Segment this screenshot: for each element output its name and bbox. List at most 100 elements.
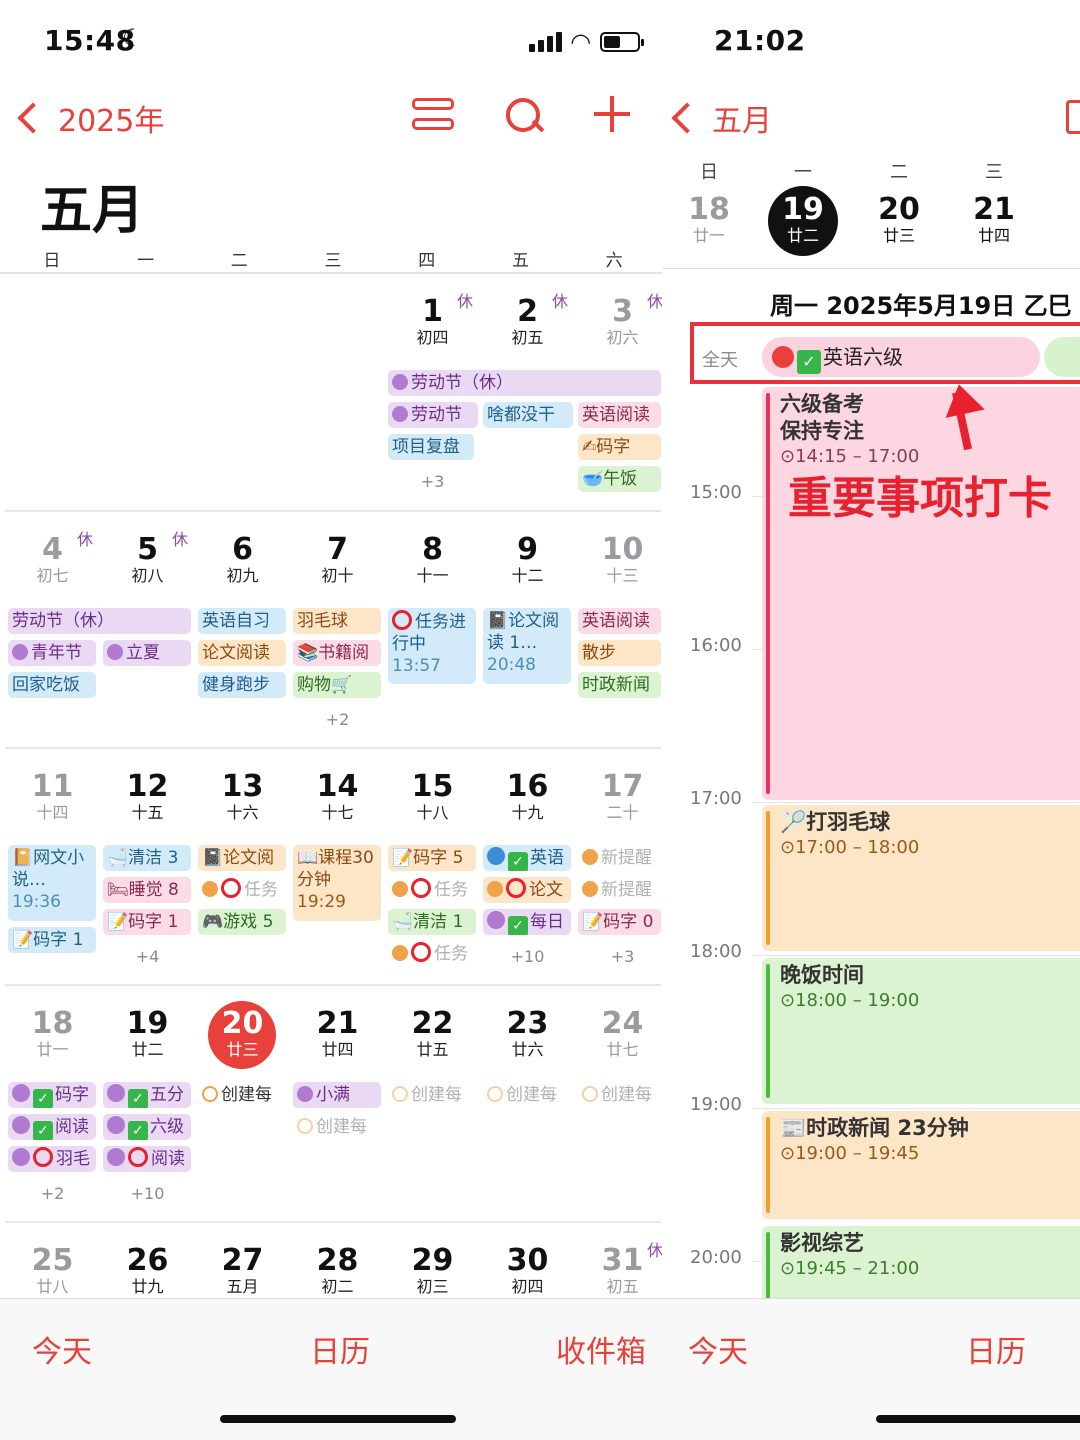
- event-chip[interactable]: 劳动节（休）: [388, 370, 661, 396]
- day-cell[interactable]: 17 二十: [575, 771, 662, 823]
- day-cell[interactable]: 10 十三: [575, 534, 662, 586]
- day-cell[interactable]: 6 初九: [195, 534, 290, 586]
- day-cell[interactable]: 26 廿九: [100, 1245, 195, 1297]
- event-chip[interactable]: 🎮游戏 5: [198, 909, 286, 935]
- event-chip[interactable]: 回家吃饭: [8, 672, 96, 698]
- event-block[interactable]: 🏸打羽毛球 ⊙17:00 – 18:00: [762, 805, 1080, 951]
- day-number-selected[interactable]: 19: [768, 194, 838, 226]
- event-chip[interactable]: 🛁清洁 1: [388, 909, 476, 935]
- event-block[interactable]: 📰时政新闻 23分钟 ⊙19:00 – 19:45: [762, 1111, 1080, 1219]
- day-number[interactable]: 20: [864, 194, 934, 226]
- event-chip[interactable]: 小满: [293, 1082, 381, 1108]
- event-chip[interactable]: 论文: [483, 877, 571, 903]
- back-to-year-button[interactable]: 2025年: [14, 96, 164, 140]
- event-chip[interactable]: 📓论文阅: [198, 845, 286, 871]
- event-chip[interactable]: 时政新闻: [578, 672, 661, 698]
- list-view-icon[interactable]: [1066, 100, 1080, 134]
- more-events[interactable]: +2: [290, 710, 385, 729]
- event-chip[interactable]: 任务: [198, 877, 286, 903]
- tab-calendar[interactable]: 日历: [966, 1327, 1026, 1371]
- event-chip[interactable]: 新提醒: [578, 877, 661, 903]
- day-number[interactable]: 18: [674, 194, 744, 226]
- day-cell[interactable]: 18 廿一: [5, 1008, 100, 1060]
- add-event-icon[interactable]: [594, 96, 630, 132]
- event-chip[interactable]: 🥣午饭: [578, 466, 661, 492]
- tab-calendar[interactable]: 日历: [310, 1327, 370, 1371]
- day-cell[interactable]: 28 初二: [290, 1245, 385, 1297]
- more-events[interactable]: +3: [575, 947, 662, 966]
- tab-inbox[interactable]: 收件箱: [556, 1327, 646, 1371]
- more-events[interactable]: +10: [100, 1184, 195, 1203]
- day-cell[interactable]: 25 廿八: [5, 1245, 100, 1297]
- event-chip[interactable]: 📝码字 0: [578, 909, 661, 935]
- more-events[interactable]: +4: [100, 947, 195, 966]
- day-cell[interactable]: 14 十七: [290, 771, 385, 823]
- day-cell[interactable]: 21 廿四: [290, 1008, 385, 1060]
- event-chip[interactable]: 健身跑步: [198, 672, 286, 698]
- event-chip[interactable]: ✓ 阅读: [8, 1114, 96, 1140]
- event-chip[interactable]: 任务进行中 13:57: [388, 608, 476, 684]
- day-cell[interactable]: 29 初三: [385, 1245, 480, 1297]
- event-chip[interactable]: ✓ 码字: [8, 1082, 96, 1108]
- event-block[interactable]: 六级备考 保持专注 ⊙14:15 – 17:00: [762, 387, 1080, 800]
- day-cell[interactable]: 9 十二: [480, 534, 575, 586]
- event-chip[interactable]: 劳动节（休）: [8, 608, 191, 634]
- event-chip[interactable]: 新提醒: [578, 845, 661, 871]
- day-cell[interactable]: 7 初十: [290, 534, 385, 586]
- event-chip[interactable]: ✍码字: [578, 434, 661, 460]
- event-chip[interactable]: 项目复盘: [388, 434, 474, 460]
- event-chip[interactable]: 🛏睡觉 8: [103, 877, 191, 903]
- day-cell[interactable]: 12 十五: [100, 771, 195, 823]
- day-cell[interactable]: 23 廿六: [480, 1008, 575, 1060]
- day-number[interactable]: 21: [959, 194, 1029, 226]
- event-chip[interactable]: 创建每: [293, 1114, 381, 1140]
- event-chip[interactable]: 阅读: [103, 1146, 191, 1172]
- event-chip[interactable]: 英语阅读: [578, 402, 661, 428]
- more-events[interactable]: +2: [5, 1184, 100, 1203]
- event-chip[interactable]: 📝码字 5: [388, 845, 476, 871]
- event-chip[interactable]: 羽毛: [8, 1146, 96, 1172]
- day-cell[interactable]: 8 十一: [385, 534, 480, 586]
- event-chip[interactable]: 青年节: [8, 640, 96, 666]
- event-chip[interactable]: 创建每: [483, 1082, 571, 1108]
- day-cell[interactable]: 13 十六: [195, 771, 290, 823]
- day-cell[interactable]: 11 十四: [5, 771, 100, 823]
- event-chip[interactable]: 📝码字 1: [103, 909, 191, 935]
- event-chip[interactable]: 劳动节: [388, 402, 478, 428]
- day-cell[interactable]: 30 初四: [480, 1245, 575, 1297]
- event-chip[interactable]: 创建每: [388, 1082, 476, 1108]
- day-cell[interactable]: 24 廿七: [575, 1008, 662, 1060]
- event-chip[interactable]: 啥都没干: [483, 402, 573, 428]
- day-cell[interactable]: 27 五月: [195, 1245, 290, 1297]
- tab-today[interactable]: 今天: [32, 1327, 92, 1371]
- event-chip[interactable]: 📝码字 1: [8, 927, 96, 953]
- event-chip[interactable]: 购物🛒: [293, 672, 381, 698]
- more-events[interactable]: +3: [385, 472, 480, 491]
- day-cell[interactable]: 22 廿五: [385, 1008, 480, 1060]
- event-chip[interactable]: 羽毛球: [293, 608, 381, 634]
- day-cell[interactable]: 19 廿二: [100, 1008, 195, 1060]
- event-chip[interactable]: 📔网文小说… 19:36: [8, 845, 96, 921]
- event-chip[interactable]: 创建每: [578, 1082, 661, 1108]
- event-chip[interactable]: 任务: [388, 941, 476, 967]
- day-cell[interactable]: 16 十九: [480, 771, 575, 823]
- event-chip[interactable]: ✓ 五分: [103, 1082, 191, 1108]
- event-chip[interactable]: 创建每: [198, 1082, 286, 1108]
- event-block[interactable]: 晚饭时间 ⊙18:00 – 19:00: [762, 958, 1080, 1104]
- event-chip[interactable]: 📖课程30分钟 19:29: [293, 845, 381, 921]
- event-chip[interactable]: 英语自习: [198, 608, 286, 634]
- day-cell-today[interactable]: 20 廿三: [195, 1008, 290, 1060]
- list-view-icon[interactable]: [412, 96, 454, 134]
- event-chip[interactable]: 🛁清洁 3: [103, 845, 191, 871]
- event-chip[interactable]: ✓ 英语: [483, 845, 571, 871]
- event-chip[interactable]: 立夏: [103, 640, 191, 666]
- day-cell[interactable]: 15 十八: [385, 771, 480, 823]
- event-chip[interactable]: 论文阅读: [198, 640, 286, 666]
- search-icon[interactable]: [504, 96, 544, 136]
- allday-event-2[interactable]: [1044, 337, 1080, 377]
- allday-event[interactable]: ✓ 英语六级: [762, 337, 1040, 377]
- event-chip[interactable]: ✓ 每日: [483, 909, 571, 935]
- event-chip[interactable]: ✓ 六级: [103, 1114, 191, 1140]
- event-chip[interactable]: 散步: [578, 640, 661, 666]
- back-to-month-button[interactable]: 五月: [668, 96, 772, 140]
